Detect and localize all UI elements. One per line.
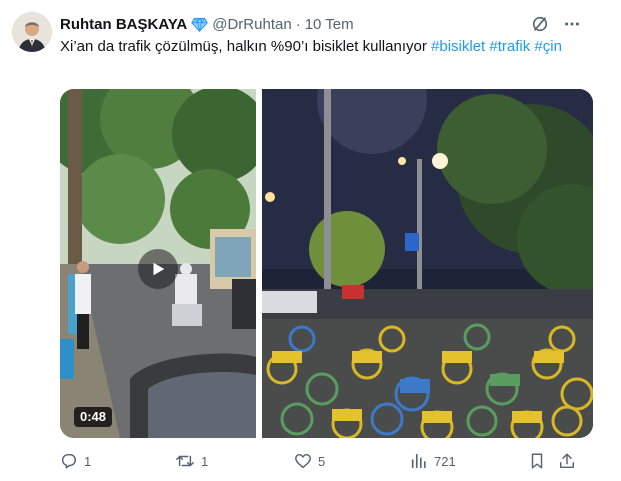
views-icon: [411, 453, 426, 469]
share-icon: [559, 453, 575, 469]
play-button[interactable]: [138, 249, 178, 289]
tweet-action-bar: 1 1 5 721: [60, 448, 580, 476]
tweet-body: Xi’an da trafik çözülmüş, halkın %90’ı b…: [60, 38, 427, 55]
hashtag-link[interactable]: #bisiklet: [431, 38, 485, 55]
reply-button[interactable]: 1: [60, 452, 91, 470]
header-separator: ·: [295, 15, 301, 33]
bookmark-icon: [531, 453, 543, 469]
video-duration: 0:48: [74, 407, 113, 427]
author-handle[interactable]: @DrRuhtan: [212, 16, 291, 33]
like-count: 5: [318, 453, 326, 469]
share-button[interactable]: [558, 452, 576, 470]
retweet-icon: [176, 455, 194, 467]
play-icon: [153, 262, 165, 276]
reply-count: 1: [84, 453, 92, 469]
verified-badge-icon: [191, 16, 209, 33]
tweet-header: Ruhtan BAŞKAYA @DrRuhtan · 10 Tem: [60, 14, 354, 34]
tweet: Ruhtan BAŞKAYA @DrRuhtan · 10 Tem Xi’an …: [0, 0, 600, 481]
tweet-top-actions: [530, 14, 582, 34]
bookmark-button[interactable]: [528, 452, 546, 470]
like-button[interactable]: 5: [294, 452, 325, 470]
tweet-media: 0:48: [60, 89, 593, 438]
video-thumbnail[interactable]: 0:48: [60, 89, 256, 438]
author-avatar[interactable]: [12, 12, 52, 52]
retweet-count: 1: [201, 453, 209, 469]
author-display-name[interactable]: Ruhtan BAŞKAYA: [60, 16, 187, 33]
view-count: 721: [434, 453, 456, 469]
scrollbar[interactable]: [606, 0, 621, 481]
photo-bicycles[interactable]: [262, 89, 593, 438]
views-button[interactable]: 721: [410, 452, 456, 470]
hashtag-link[interactable]: #trafik: [489, 38, 530, 55]
heart-icon: [295, 453, 311, 469]
hashtag-link[interactable]: #çin: [534, 38, 562, 55]
tweet-text: Xi’an da trafik çözülmüş, halkın %90’ı b…: [60, 36, 580, 57]
tweet-date[interactable]: 10 Tem: [305, 16, 354, 33]
more-icon[interactable]: [562, 14, 582, 34]
retweet-button[interactable]: 1: [175, 452, 208, 470]
reply-icon: [61, 453, 77, 469]
grok-icon[interactable]: [530, 14, 550, 34]
